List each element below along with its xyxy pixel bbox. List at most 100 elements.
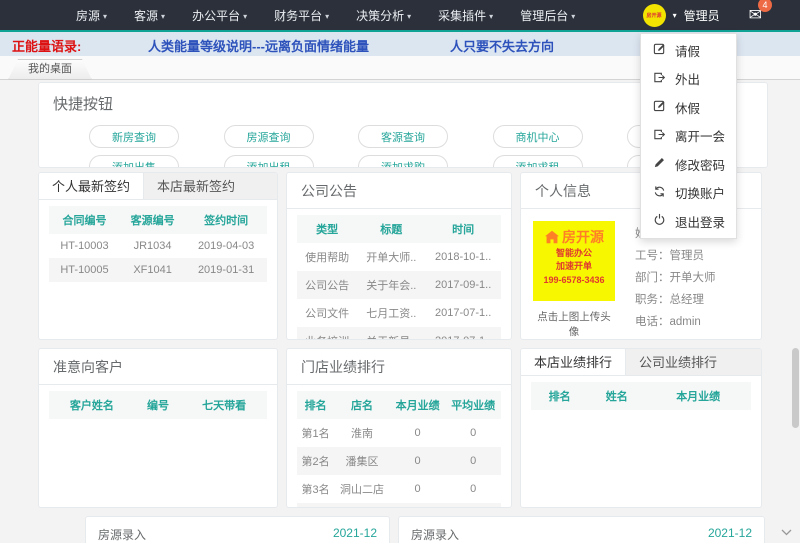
ad-line-1: 智能办公 [533, 247, 615, 260]
panel-title: 房源录入 [411, 526, 459, 543]
profile-avatar-image[interactable]: 房开源 智能办公 加速开单 199-6578-3436 [533, 221, 615, 301]
quote-text-2: 人只要不失去方向 [450, 36, 554, 55]
menu-item-3[interactable]: 离开一会 [641, 122, 736, 151]
table-row[interactable]: 公司文件七月工资..2017-07-1.. [297, 299, 501, 327]
ad-brand: 房开源 [562, 227, 604, 247]
menu-item-4[interactable]: 修改密码 [641, 150, 736, 179]
column-header: 标题 [357, 215, 425, 243]
panel-title: 房源录入 [98, 526, 146, 543]
notifications-button[interactable]: ✉ 4 [749, 5, 762, 25]
period-selector[interactable]: 2021-12 [708, 526, 752, 543]
notification-badge: 4 [758, 0, 772, 12]
nav-item-3[interactable]: 财务平台▾ [274, 7, 329, 24]
column-header: 合同编号 [49, 206, 120, 234]
table-row[interactable]: HT-10005XF10412019-01-31 [49, 258, 267, 282]
field-value: 管理员 [670, 250, 705, 262]
ranking-tabs: 本店业绩排行 公司业绩排行 [521, 349, 761, 376]
avatar[interactable]: 房开源 [643, 4, 666, 27]
nav-item-2[interactable]: 办公平台▾ [192, 7, 247, 24]
top-navbar: 房源▾ 客源▾ 办公平台▾ 财务平台▾ 决策分析▾ 采集插件▾ 管理后台▾ 房开源 ▾ 管理… [0, 0, 800, 30]
table-row[interactable]: 公司公告关于年会..2017-09-1.. [297, 271, 501, 299]
nav-item-4[interactable]: 决策分析▾ [356, 7, 411, 24]
edit-icon [653, 99, 666, 115]
avatar-upload-block: 房开源 智能办公 加速开单 199-6578-3436 点击上图上传头像 [533, 221, 615, 339]
menu-item-2[interactable]: 休假 [641, 93, 736, 122]
column-header: 本月业绩 [390, 391, 446, 419]
quick-button[interactable]: 添加求购 [358, 155, 448, 168]
column-header: 店名 [334, 391, 390, 419]
profile-field: 电话：admin [635, 311, 716, 333]
store-ranking-panel: 门店业绩排行 排名店名本月业绩平均业绩 第1名淮南00第2名潘集区00第3名洞山… [286, 348, 512, 508]
column-header: 七天带看 [181, 391, 267, 419]
ad-line-2: 加速开单 [533, 260, 615, 273]
table-row[interactable]: 业务培训关于新员..2017-07-1.. [297, 327, 501, 340]
profile-field: 职务：总经理 [635, 289, 716, 311]
announcements-panel: 公司公告 类型标题时间 使用帮助开单大师..2018-10-1..公司公告关于年… [286, 172, 512, 340]
announcements-table: 类型标题时间 使用帮助开单大师..2018-10-1..公司公告关于年会..20… [297, 215, 501, 340]
nav-item-5[interactable]: 采集插件▾ [438, 7, 493, 24]
field-label: 电话： [635, 316, 670, 328]
quick-button[interactable]: 商机中心 [493, 125, 583, 148]
table-row[interactable]: HT-10003JR10342019-04-03 [49, 234, 267, 258]
contracts-table: 合同编号客源编号签约时间 HT-10003JR10342019-04-03HT-… [49, 206, 267, 282]
nav-item-6[interactable]: 管理后台▾ [520, 7, 575, 24]
quick-button[interactable]: 新房查询 [89, 125, 179, 148]
signout-icon [653, 128, 666, 144]
store-ranking-table: 排名店名本月业绩平均业绩 第1名淮南00第2名潘集区00第3名洞山二店00第4名… [297, 391, 501, 508]
column-header: 平均业绩 [445, 391, 501, 419]
tab-company-ranking[interactable]: 公司业绩排行 [626, 349, 730, 375]
quick-button[interactable]: 房源查询 [224, 125, 314, 148]
house-icon [544, 230, 560, 244]
tab-store-contracts[interactable]: 本店最新签约 [144, 173, 248, 199]
period-selector[interactable]: 2021-12 [333, 526, 377, 543]
prospects-table: 客户姓名编号七天带看 [49, 391, 267, 419]
prospect-customers-panel: 准意向客户 客户姓名编号七天带看 [38, 348, 278, 508]
chevron-down-icon: ▾ [673, 11, 677, 20]
panel-title: 公司公告 [287, 173, 511, 209]
user-dropdown-menu: 请假外出休假离开一会修改密码切换账户退出登录 [640, 33, 737, 239]
menu-item-6[interactable]: 退出登录 [641, 207, 736, 236]
tab-store-ranking[interactable]: 本店业绩排行 [521, 349, 626, 375]
quick-button[interactable]: 添加出租 [224, 155, 314, 168]
menu-item-5[interactable]: 切换账户 [641, 179, 736, 208]
field-label: 部门： [635, 272, 670, 284]
vertical-scrollbar[interactable] [792, 348, 799, 428]
panel-title: 准意向客户 [39, 349, 277, 385]
table-row[interactable]: 第2名潘集区00 [297, 447, 501, 475]
contracts-tabs: 个人最新签约 本店最新签约 [39, 173, 277, 200]
column-header: 签约时间 [185, 206, 267, 234]
avatar-text: 房开源 [647, 12, 662, 19]
quick-button[interactable]: 客源查询 [358, 125, 448, 148]
field-value: admin [670, 316, 701, 328]
field-label: 职务： [635, 294, 670, 306]
menu-item-1[interactable]: 外出 [641, 65, 736, 94]
signout-icon [653, 71, 666, 87]
table-row[interactable]: 第1名淮南00 [297, 419, 501, 447]
listing-entry-panel-left: 房源录入 2021-12 [85, 516, 390, 543]
ad-phone: 199-6578-3436 [533, 275, 615, 285]
table-row[interactable]: 第4名B组00 [297, 503, 501, 508]
profile-field: 部门：开单大师 [635, 267, 716, 289]
scroll-down-icon[interactable] [781, 523, 792, 541]
menu-item-0[interactable]: 请假 [641, 36, 736, 65]
listing-entry-panel-right: 房源录入 2021-12 [398, 516, 765, 543]
refresh-icon [653, 185, 666, 201]
chevron-down-icon: ▾ [243, 12, 247, 21]
table-row[interactable]: 第3名洞山二店00 [297, 475, 501, 503]
table-row[interactable]: 使用帮助开单大师..2018-10-1.. [297, 243, 501, 271]
column-header: 编号 [135, 391, 181, 419]
main-menu: 房源▾ 客源▾ 办公平台▾ 财务平台▾ 决策分析▾ 采集插件▾ 管理后台▾ [0, 7, 575, 24]
current-user-name[interactable]: 管理员 [684, 7, 720, 24]
field-value: 开单大师 [670, 272, 716, 284]
tab-my-desktop[interactable]: 我的桌面 [8, 59, 92, 80]
nav-item-1[interactable]: 客源▾ [134, 7, 165, 24]
quick-button[interactable]: 添加求租 [493, 155, 583, 168]
upload-avatar-hint[interactable]: 点击上图上传头像 [533, 309, 615, 339]
chevron-down-icon: ▾ [161, 12, 165, 21]
nav-item-0[interactable]: 房源▾ [76, 7, 107, 24]
quick-button[interactable]: 添加出售 [89, 155, 179, 168]
tab-personal-contracts[interactable]: 个人最新签约 [39, 173, 144, 199]
chevron-down-icon: ▾ [103, 12, 107, 21]
chevron-down-icon: ▾ [489, 12, 493, 21]
field-label: 工号： [635, 250, 670, 262]
